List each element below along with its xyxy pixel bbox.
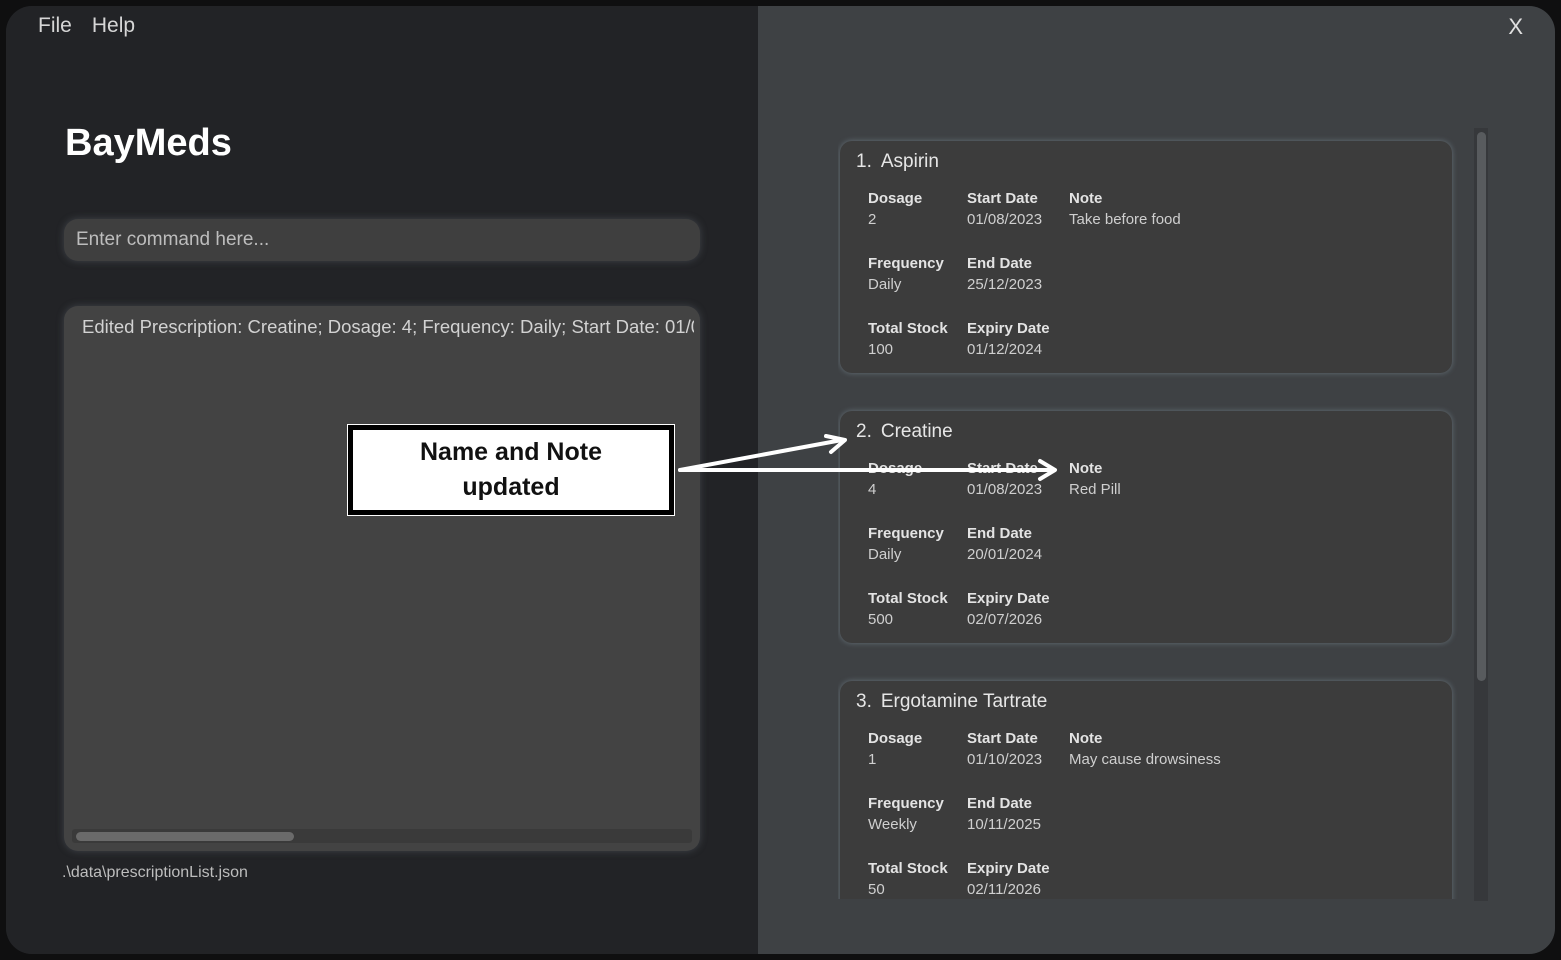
frequency-label: Frequency <box>868 525 944 542</box>
prescription-list: 1. Aspirin Dosage 2 Start Date 01/08/2023 N… <box>838 126 1498 899</box>
frequency-label: Frequency <box>868 255 944 272</box>
prescription-index: 2. <box>856 421 872 442</box>
vertical-scrollbar[interactable] <box>1474 128 1488 901</box>
menu-file[interactable]: File <box>38 14 72 38</box>
app-window: File Help BayMeds Edited Prescription: C… <box>6 6 1555 954</box>
frequency-value: Weekly <box>868 816 917 833</box>
expiry-date-value: 02/11/2026 <box>967 881 1041 898</box>
start-date-field: Start Date 01/08/2023 <box>967 459 1042 501</box>
app-title: BayMeds <box>65 122 232 164</box>
end-date-value: 10/11/2025 <box>967 816 1041 833</box>
total-stock-value: 100 <box>868 341 894 358</box>
total-stock-field: Total Stock 100 <box>868 319 948 361</box>
annotation-line-2: updated <box>462 473 560 501</box>
menu-bar: File Help <box>38 14 135 38</box>
start-date-value: 01/08/2023 <box>967 211 1043 228</box>
prescription-index: 1. <box>856 151 872 172</box>
note-field: Note Red Pill <box>1069 459 1121 501</box>
close-button[interactable]: X <box>1508 14 1523 40</box>
start-date-value: 01/08/2023 <box>967 481 1043 498</box>
frequency-label: Frequency <box>868 795 944 812</box>
prescription-index: 3. <box>856 691 872 712</box>
annotation-line-1: Name and Note <box>420 438 602 466</box>
dosage-label: Dosage <box>868 460 923 477</box>
start-date-field: Start Date 01/10/2023 <box>967 729 1042 771</box>
dosage-field: Dosage 4 <box>868 459 922 501</box>
menu-help[interactable]: Help <box>92 14 135 38</box>
start-date-label: Start Date <box>967 460 1038 477</box>
dosage-value: 4 <box>868 481 877 498</box>
note-label: Note <box>1069 190 1103 207</box>
status-bar-file-path: .\data\prescriptionList.json <box>62 864 248 881</box>
prescription-name: Aspirin <box>880 151 939 172</box>
start-date-label: Start Date <box>967 730 1038 747</box>
start-date-field: Start Date 01/08/2023 <box>967 189 1042 231</box>
note-label: Note <box>1069 730 1103 747</box>
expiry-date-value: 02/07/2026 <box>967 611 1043 628</box>
start-date-value: 01/10/2023 <box>967 751 1043 768</box>
frequency-value: Daily <box>868 276 902 293</box>
prescription-name: Ergotamine Tartrate <box>880 691 1048 712</box>
note-field: Note May cause drowsiness <box>1069 729 1221 771</box>
frequency-field: Frequency Daily <box>868 524 944 566</box>
total-stock-field: Total Stock 500 <box>868 589 948 631</box>
dosage-value: 1 <box>868 751 877 768</box>
frequency-value: Daily <box>868 546 902 563</box>
end-date-label: End Date <box>967 525 1033 542</box>
total-stock-label: Total Stock <box>868 590 948 607</box>
end-date-value: 20/01/2024 <box>967 546 1043 563</box>
note-label: Note <box>1069 460 1103 477</box>
horizontal-scrollbar[interactable] <box>72 829 692 843</box>
end-date-label: End Date <box>967 255 1033 272</box>
total-stock-label: Total Stock <box>868 320 948 337</box>
dosage-field: Dosage 1 <box>868 729 922 771</box>
total-stock-value: 500 <box>868 611 894 628</box>
horizontal-scrollbar-thumb[interactable] <box>76 832 294 841</box>
vertical-scrollbar-thumb[interactable] <box>1477 132 1486 681</box>
dosage-value: 2 <box>868 211 877 228</box>
note-field: Note Take before food <box>1069 189 1181 231</box>
note-value: May cause drowsiness <box>1069 751 1221 768</box>
prescription-title: 3. Ergotamine Tartrate <box>856 691 1047 713</box>
prescription-title: 2. Creatine <box>856 421 953 443</box>
expiry-date-field: Expiry Date 01/12/2024 <box>967 319 1050 361</box>
dosage-field: Dosage 2 <box>868 189 922 231</box>
total-stock-field: Total Stock 50 <box>868 859 948 899</box>
total-stock-value: 50 <box>868 881 885 898</box>
note-value: Take before food <box>1069 211 1181 228</box>
total-stock-label: Total Stock <box>868 860 948 877</box>
expiry-date-label: Expiry Date <box>967 590 1050 607</box>
note-value: Red Pill <box>1069 481 1121 498</box>
annotation-callout: Name and Note updated <box>347 424 675 516</box>
frequency-field: Frequency Daily <box>868 254 944 296</box>
dosage-label: Dosage <box>868 730 923 747</box>
start-date-label: Start Date <box>967 190 1038 207</box>
end-date-field: End Date 25/12/2023 <box>967 254 1042 296</box>
expiry-date-field: Expiry Date 02/11/2026 <box>967 859 1050 899</box>
end-date-value: 25/12/2023 <box>967 276 1043 293</box>
end-date-field: End Date 20/01/2024 <box>967 524 1042 566</box>
prescription-card[interactable]: 1. Aspirin Dosage 2 Start Date 01/08/2023 N… <box>840 141 1452 373</box>
prescription-card[interactable]: 2. Creatine Dosage 4 Start Date 01/08/2023 … <box>840 411 1452 643</box>
end-date-field: End Date 10/11/2025 <box>967 794 1041 836</box>
prescription-name: Creatine <box>880 421 953 442</box>
right-panel: X 1. Aspirin Dosage 2 Start Date 01/08/2023… <box>758 6 1555 954</box>
expiry-date-label: Expiry Date <box>967 860 1050 877</box>
result-display: Edited Prescription: Creatine; Dosage: 4… <box>64 306 700 851</box>
expiry-date-value: 01/12/2024 <box>967 341 1043 358</box>
result-message: Edited Prescription: Creatine; Dosage: 4… <box>82 316 694 337</box>
prescription-card[interactable]: 3. Ergotamine Tartrate Dosage 1 Start Date… <box>840 681 1452 899</box>
dosage-label: Dosage <box>868 190 923 207</box>
expiry-date-label: Expiry Date <box>967 320 1050 337</box>
expiry-date-field: Expiry Date 02/07/2026 <box>967 589 1050 631</box>
end-date-label: End Date <box>967 795 1033 812</box>
command-input[interactable] <box>64 219 700 261</box>
prescription-title: 1. Aspirin <box>856 151 939 173</box>
frequency-field: Frequency Weekly <box>868 794 944 836</box>
